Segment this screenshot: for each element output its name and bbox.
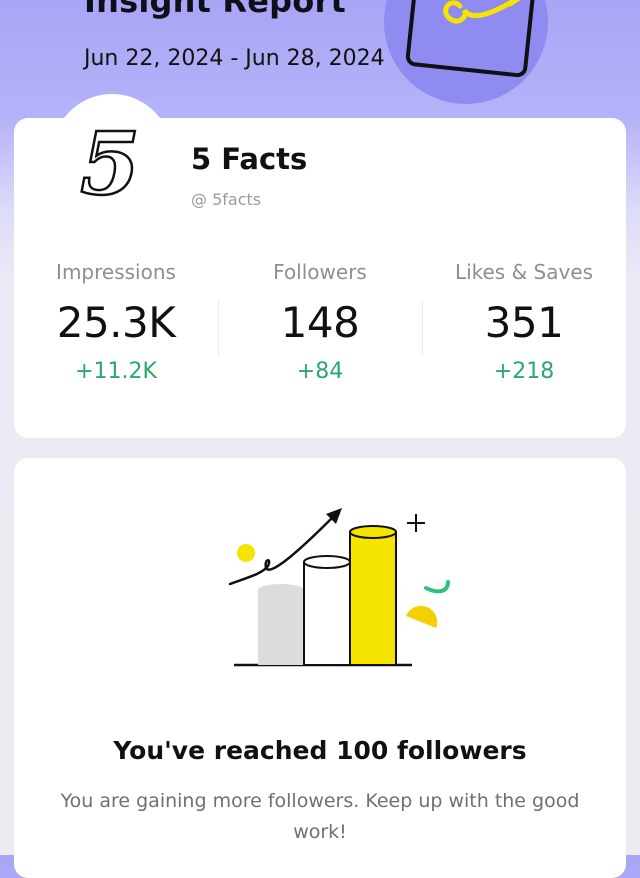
notebook-pen-illustration: [384, 0, 548, 104]
growth-chart-illustration: [228, 508, 450, 667]
stat-label: Likes & Saves: [454, 260, 594, 284]
stat-followers[interactable]: Followers 148 +84: [218, 258, 422, 398]
stat-change: +218: [493, 359, 555, 384]
profile-handle[interactable]: @ 5facts: [191, 190, 261, 209]
stat-likes-saves[interactable]: Likes & Saves 351 +218: [422, 258, 626, 398]
milestone-description: You are gaining more followers. Keep up …: [60, 790, 580, 843]
date-range: Jun 22, 2024 - Jun 28, 2024: [84, 46, 385, 71]
stats-row: Impressions 25.3K +11.2K Followers 148 +…: [14, 258, 626, 398]
stat-label: Followers: [273, 260, 367, 284]
page-title: Insight Report: [84, 0, 346, 20]
stat-value: 351: [484, 298, 564, 347]
stat-value: 148: [280, 298, 360, 347]
stat-change: +84: [296, 359, 344, 384]
stat-impressions[interactable]: Impressions 25.3K +11.2K: [14, 258, 218, 398]
profile-name: 5 Facts: [191, 142, 308, 176]
stat-value: 25.3K: [56, 298, 176, 347]
stat-change: +11.2K: [75, 359, 157, 384]
svg-text:5: 5: [80, 116, 140, 215]
avatar-five-logo: 5: [79, 116, 141, 216]
milestone-title: You've reached 100 followers: [113, 736, 527, 765]
stat-label: Impressions: [56, 260, 176, 284]
